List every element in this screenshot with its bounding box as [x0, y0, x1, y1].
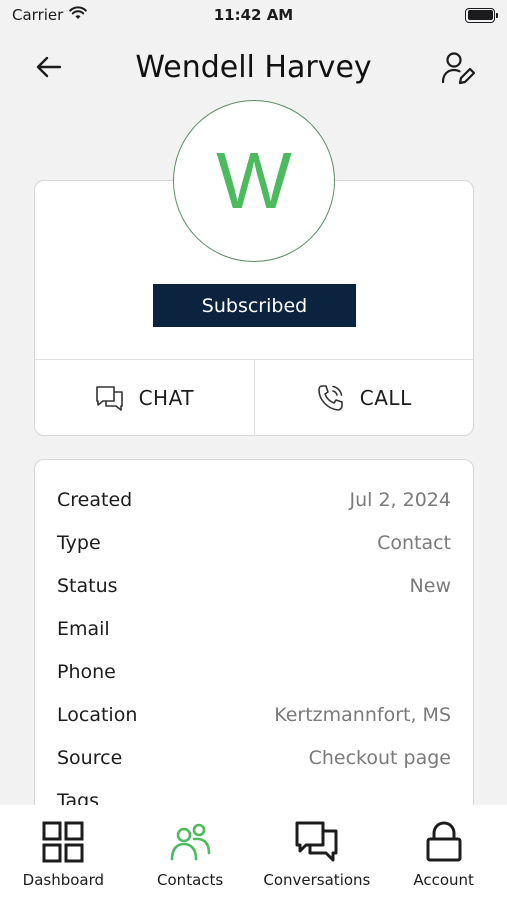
status-bar: Carrier 11:42 AM — [0, 0, 507, 30]
wifi-icon — [69, 6, 88, 24]
carrier-signal: Carrier — [12, 6, 88, 24]
call-label: CALL — [359, 386, 412, 410]
battery-icon — [465, 7, 498, 23]
avatar: W — [173, 100, 335, 262]
detail-label: Created — [57, 488, 133, 511]
people-icon — [170, 823, 211, 861]
detail-value: Contact — [377, 531, 451, 554]
phone-call-icon — [317, 385, 343, 411]
detail-row-phone[interactable]: Phone — [57, 650, 451, 693]
detail-value: Checkout page — [308, 746, 451, 769]
detail-row-source: Source Checkout page — [57, 736, 451, 779]
carrier-label: Carrier — [12, 6, 64, 24]
detail-row-email[interactable]: Email — [57, 607, 451, 650]
tab-account[interactable]: Account — [380, 805, 507, 900]
page-title: Wendell Harvey — [135, 49, 372, 85]
grid-icon — [42, 821, 84, 863]
tab-contacts[interactable]: Contacts — [127, 805, 254, 900]
tab-conversations[interactable]: Conversations — [254, 805, 381, 900]
tab-label: Dashboard — [22, 871, 105, 889]
tab-label: Conversations — [263, 871, 371, 889]
detail-row-type: Type Contact — [57, 521, 451, 564]
details-card: Created Jul 2, 2024 Type Contact Status … — [34, 459, 474, 859]
detail-row-created: Created Jul 2, 2024 — [57, 478, 451, 521]
tab-label: Contacts — [157, 871, 224, 889]
chat-icon — [295, 821, 338, 862]
tab-dashboard[interactable]: Dashboard — [0, 805, 127, 900]
nav-bar: Wendell Harvey — [0, 40, 507, 94]
detail-row-status: Status New — [57, 564, 451, 607]
status-badge: Subscribed — [153, 284, 356, 327]
tab-bar: Dashboard Contacts Conversations Account — [0, 805, 507, 900]
detail-value: Kertzmannfort, MS — [274, 703, 451, 726]
back-button[interactable] — [34, 52, 64, 82]
detail-label: Phone — [57, 660, 116, 683]
detail-label: Email — [57, 617, 110, 640]
detail-value: New — [409, 574, 451, 597]
detail-value: Jul 2, 2024 — [349, 488, 452, 511]
tab-label: Account — [413, 871, 474, 889]
avatar-initial: W — [216, 136, 292, 225]
detail-row-location: Location Kertzmannfort, MS — [57, 693, 451, 736]
detail-label: Type — [57, 531, 101, 554]
user-edit-icon — [441, 52, 476, 85]
detail-label: Status — [57, 574, 118, 597]
arrow-left-icon — [36, 56, 62, 78]
contact-actions: CHAT CALL — [35, 359, 473, 436]
chat-label: CHAT — [138, 386, 194, 410]
edit-contact-button[interactable] — [438, 48, 478, 88]
chat-icon — [95, 386, 123, 411]
chat-button[interactable]: CHAT — [35, 360, 254, 436]
detail-label: Source — [57, 746, 123, 769]
call-button[interactable]: CALL — [253, 360, 474, 436]
detail-label: Location — [57, 703, 138, 726]
lock-icon — [426, 821, 462, 862]
